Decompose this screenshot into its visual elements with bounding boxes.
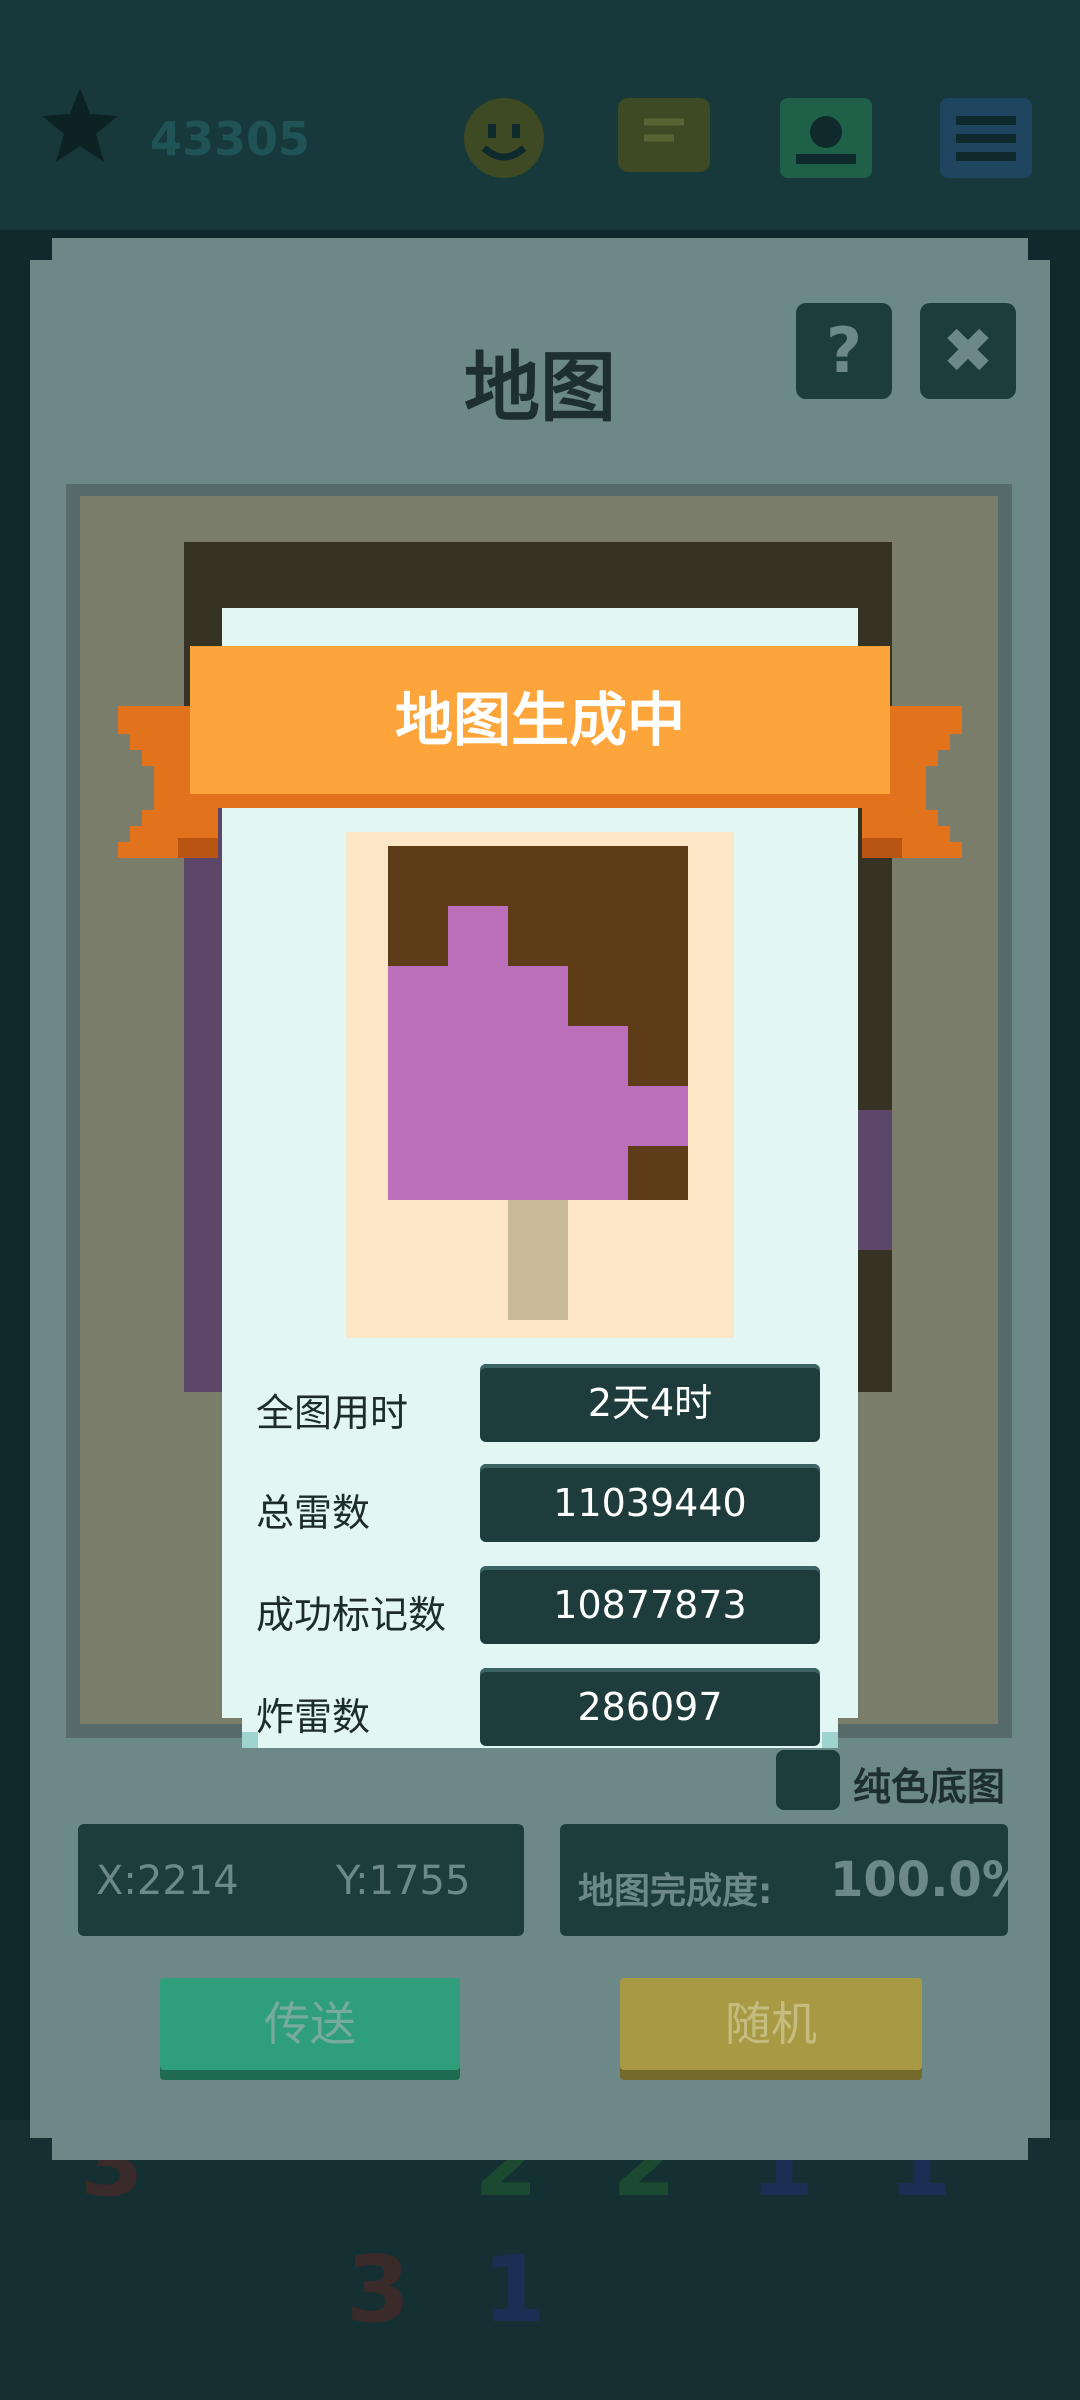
stat-value-total-mines: 11039440 bbox=[553, 1481, 747, 1525]
solid-background-label: 纯色底图 bbox=[853, 1765, 1006, 1809]
map-icon bbox=[780, 98, 872, 178]
stat-box-total-mines: 11039440 bbox=[480, 1464, 820, 1542]
popsicle-pixel-art bbox=[388, 846, 688, 1320]
map-dialog-title: 地图 bbox=[464, 343, 616, 432]
question-icon: ? bbox=[826, 314, 862, 387]
completion-value: 100.0% bbox=[830, 1852, 1030, 1908]
map-pixel-region bbox=[184, 808, 224, 1392]
stat-box-exploded: 286097 bbox=[480, 1668, 820, 1746]
teleport-button[interactable]: 传送 bbox=[160, 1978, 460, 2070]
coordinate-y: Y:1755 bbox=[336, 1858, 471, 1904]
solid-background-toggle[interactable] bbox=[776, 1750, 840, 1810]
stat-value-exploded: 286097 bbox=[577, 1685, 723, 1729]
board-number: 3 bbox=[346, 2236, 411, 2343]
stat-label-total-mines: 总雷数 bbox=[256, 1491, 371, 1535]
board-number: 1 bbox=[482, 2236, 547, 2343]
stat-value-total-time: 2天4时 bbox=[587, 1381, 713, 1425]
stat-label-total-time: 全图用时 bbox=[256, 1391, 409, 1435]
teleport-button-label: 传送 bbox=[264, 1997, 356, 2051]
score-counter: 43305 bbox=[150, 112, 311, 166]
map-button[interactable] bbox=[776, 92, 876, 184]
help-button[interactable]: ? bbox=[796, 303, 892, 399]
smiley-icon bbox=[464, 98, 544, 178]
close-button[interactable]: ✖ bbox=[920, 303, 1016, 399]
random-button[interactable]: 随机 bbox=[620, 1978, 922, 2070]
star-icon bbox=[42, 88, 118, 162]
stat-label-flags: 成功标记数 bbox=[256, 1593, 447, 1637]
completion-label: 地图完成度: bbox=[578, 1871, 773, 1912]
random-button-label: 随机 bbox=[725, 1997, 817, 2051]
chat-button[interactable] bbox=[614, 92, 714, 184]
map-pixel-region bbox=[856, 1110, 892, 1250]
stat-value-flags: 10877873 bbox=[553, 1583, 747, 1627]
stat-box-total-time: 2天4时 bbox=[480, 1364, 820, 1442]
chat-icon bbox=[618, 98, 710, 172]
stat-box-flags: 10877873 bbox=[480, 1566, 820, 1644]
popsicle-stick bbox=[508, 1200, 568, 1320]
menu-button[interactable] bbox=[936, 92, 1036, 184]
close-icon: ✖ bbox=[942, 314, 994, 387]
stat-label-exploded: 炸雷数 bbox=[256, 1695, 371, 1739]
smiley-button[interactable] bbox=[454, 92, 554, 184]
menu-icon bbox=[940, 98, 1032, 178]
popup-title: 地图生成中 bbox=[394, 686, 685, 754]
coordinate-x: X:2214 bbox=[96, 1858, 239, 1904]
